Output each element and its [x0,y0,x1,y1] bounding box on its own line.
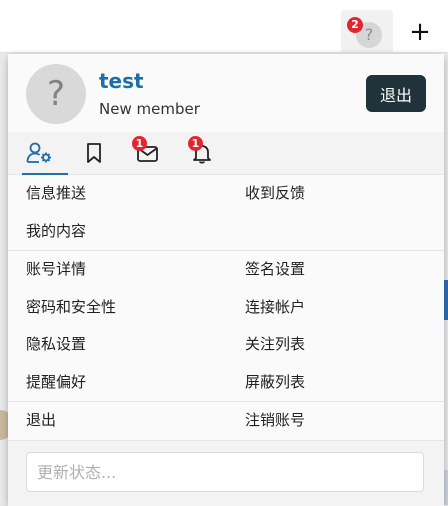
account-header: ? test New member 退出 [8,54,444,132]
alerts-badge: 1 [188,136,203,151]
user-title: New member [99,100,200,118]
account-menu: 信息推送 收到反馈 我的内容 账号详情 签名设置 密码和安全性 连接帐户 隐私设… [8,175,444,440]
menu-item-privacy-settings[interactable]: 隐私设置 [26,326,86,363]
menu-row: 我的内容 [8,213,444,251]
bookmark-icon [87,143,101,163]
menu-item-delete-account[interactable]: 注销账号 [245,402,305,439]
menu-item-follow-list[interactable]: 关注列表 [245,326,305,363]
menu-row: 隐私设置 关注列表 [8,326,444,364]
plus-icon[interactable]: + [408,18,432,46]
menu-row: 退出 注销账号 [8,401,444,440]
account-tabs: 1 1 [8,132,444,175]
menu-item-feedback-received[interactable]: 收到反馈 [245,175,305,212]
menu-item-logout[interactable]: 退出 [26,402,56,439]
menu-row: 账号详情 签名设置 [8,250,444,289]
status-input[interactable] [26,452,424,492]
menu-item-block-list[interactable]: 屏蔽列表 [245,364,305,401]
notification-count-badge: 2 [347,17,363,33]
user-cog-icon [26,142,51,163]
tab-alerts[interactable]: 1 [188,132,238,174]
menu-row: 密码和安全性 连接帐户 [8,289,444,327]
messages-badge: 1 [132,136,147,151]
account-dropdown-panel: ? test New member 退出 1 1 信息推送 收到反馈 我的内容 … [8,54,444,506]
tab-account[interactable] [22,132,72,175]
menu-row: 提醒偏好 屏蔽列表 [8,364,444,402]
menu-item-push-notifications[interactable]: 信息推送 [26,175,86,212]
menu-item-signature-settings[interactable]: 签名设置 [245,251,305,288]
menu-item-reminder-preferences[interactable]: 提醒偏好 [26,364,86,401]
menu-row: 信息推送 收到反馈 [8,175,444,213]
menu-item-connected-accounts[interactable]: 连接帐户 [245,289,305,326]
avatar[interactable]: ? [26,64,86,124]
username-link[interactable]: test [99,69,144,93]
menu-item-account-details[interactable]: 账号详情 [26,251,86,288]
status-update-area [8,440,444,506]
menu-item-my-content[interactable]: 我的内容 [26,213,86,250]
tab-messages[interactable]: 1 [132,132,182,174]
logout-button[interactable]: 退出 [366,75,426,112]
tab-bookmarks[interactable] [80,132,130,174]
menu-item-password-security[interactable]: 密码和安全性 [26,289,116,326]
